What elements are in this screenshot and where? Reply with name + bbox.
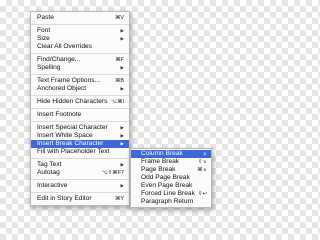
menu-item-label: Text Frame Options... [37,77,101,84]
menu-item-find-change[interactable]: Find/Change... ⌘F [31,56,129,64]
submenu-item-shortcut: ⌘⌅ [197,167,207,173]
submenu-item-even-page-break[interactable]: Even Page Break [131,182,211,190]
menu-item-fill-with-placeholder-text[interactable]: Fill with Placeholder Text [31,148,129,156]
menu-item-paste[interactable]: Paste ⌘V [31,14,129,22]
context-menu: Paste ⌘V Font ▶ Size ▶ Clear All Overrides Find… [30,11,130,206]
menu-item-label: Size [37,35,50,42]
submenu-item-shortcut: ⌅ [202,151,207,157]
menu-item-label: Insert White Space [37,132,93,139]
menu-item-shortcut: ⌘V [115,15,124,21]
menu-item-label: Insert Break Character [37,140,104,147]
menu-item-anchored-object[interactable]: Anchored Object ▶ [31,85,129,93]
submenu-item-label: Paragraph Return [141,198,194,205]
submenu-arrow-icon: ▶ [120,133,124,138]
submenu-item-frame-break[interactable]: Frame Break ⇧⌅ [131,158,211,166]
menu-item-insert-break-character[interactable]: Insert Break Character ▶ [31,140,129,148]
submenu-item-odd-page-break[interactable]: Odd Page Break [131,174,211,182]
menu-separator [31,95,129,96]
menu-item-interactive[interactable]: Interactive ▶ [31,182,129,190]
submenu-item-shortcut: ⇧⌅ [197,159,207,165]
submenu-arrow-icon: ▶ [120,86,124,91]
menu-item-label: Spelling [37,64,61,71]
menu-separator [31,192,129,193]
menu-item-label: Edit in Story Editor [37,195,92,202]
submenu-item-shortcut: ⇧↩ [197,191,207,197]
submenu-arrow-icon: ▶ [120,141,124,146]
menu-separator [31,24,129,25]
menu-separator [31,108,129,109]
submenu-item-label: Even Page Break [141,182,193,189]
submenu-arrow-icon: ▶ [120,28,124,33]
menu-item-shortcut: ⌥⇧⌘F7 [101,170,124,176]
menu-item-label: Insert Special Character [37,124,108,131]
menu-item-label: Fill with Placeholder Text [37,148,110,155]
insert-break-character-submenu: Column Break ⌅ Frame Break ⇧⌅ Page Break ⌘⌅ Od… [130,148,212,208]
submenu-item-label: Page Break [141,166,176,173]
menu-item-hide-hidden-characters[interactable]: Hide Hidden Characters ⌥⌘I [31,98,129,106]
menu-separator [31,158,129,159]
menu-item-size[interactable]: Size ▶ [31,35,129,43]
menu-item-shortcut: ⌘F [115,57,124,63]
menu-item-font[interactable]: Font ▶ [31,27,129,35]
menu-item-label: Hide Hidden Characters [37,98,108,105]
menu-item-edit-in-story-editor[interactable]: Edit in Story Editor ⌘Y [31,195,129,203]
submenu-item-paragraph-return[interactable]: Paragraph Return [131,198,211,206]
menu-item-insert-special-character[interactable]: Insert Special Character ▶ [31,124,129,132]
menu-item-label: Tag Text [37,161,62,168]
submenu-arrow-icon: ▶ [120,36,124,41]
menu-item-label: Clear All Overrides [37,43,92,50]
menu-separator [31,121,129,122]
submenu-item-label: Frame Break [141,158,180,165]
submenu-item-label: Column Break [141,150,183,157]
submenu-item-label: Forced Line Break [141,190,195,197]
menu-item-clear-all-overrides[interactable]: Clear All Overrides [31,43,129,51]
menu-item-insert-white-space[interactable]: Insert White Space ▶ [31,132,129,140]
menu-item-label: Font [37,27,51,34]
submenu-item-page-break[interactable]: Page Break ⌘⌅ [131,166,211,174]
menu-item-autotag[interactable]: Autotag ⌥⇧⌘F7 [31,169,129,177]
menu-item-shortcut: ⌥⌘I [110,99,124,105]
submenu-arrow-icon: ▶ [120,65,124,70]
menu-item-tag-text[interactable]: Tag Text ▶ [31,161,129,169]
menu-item-label: Paste [37,14,54,21]
submenu-arrow-icon: ▶ [120,125,124,130]
menu-item-shortcut: ⌘B [115,78,124,84]
menu-item-label: Interactive [37,182,68,189]
menu-item-label: Autotag [37,169,60,176]
submenu-arrow-icon: ▶ [120,162,124,167]
menu-item-label: Insert Footnote [37,111,82,118]
menu-separator [31,74,129,75]
submenu-item-label: Odd Page Break [141,174,190,181]
menu-item-text-frame-options[interactable]: Text Frame Options... ⌘B [31,77,129,85]
menu-separator [31,53,129,54]
submenu-item-forced-line-break[interactable]: Forced Line Break ⇧↩ [131,190,211,198]
submenu-item-column-break[interactable]: Column Break ⌅ [131,150,211,158]
submenu-arrow-icon: ▶ [120,183,124,188]
menu-item-spelling[interactable]: Spelling ▶ [31,64,129,72]
menu-item-shortcut: ⌘Y [115,196,124,202]
menu-separator [31,179,129,180]
menu-item-label: Find/Change... [37,56,81,63]
menu-item-insert-footnote[interactable]: Insert Footnote [31,111,129,119]
menu-item-label: Anchored Object [37,85,87,92]
